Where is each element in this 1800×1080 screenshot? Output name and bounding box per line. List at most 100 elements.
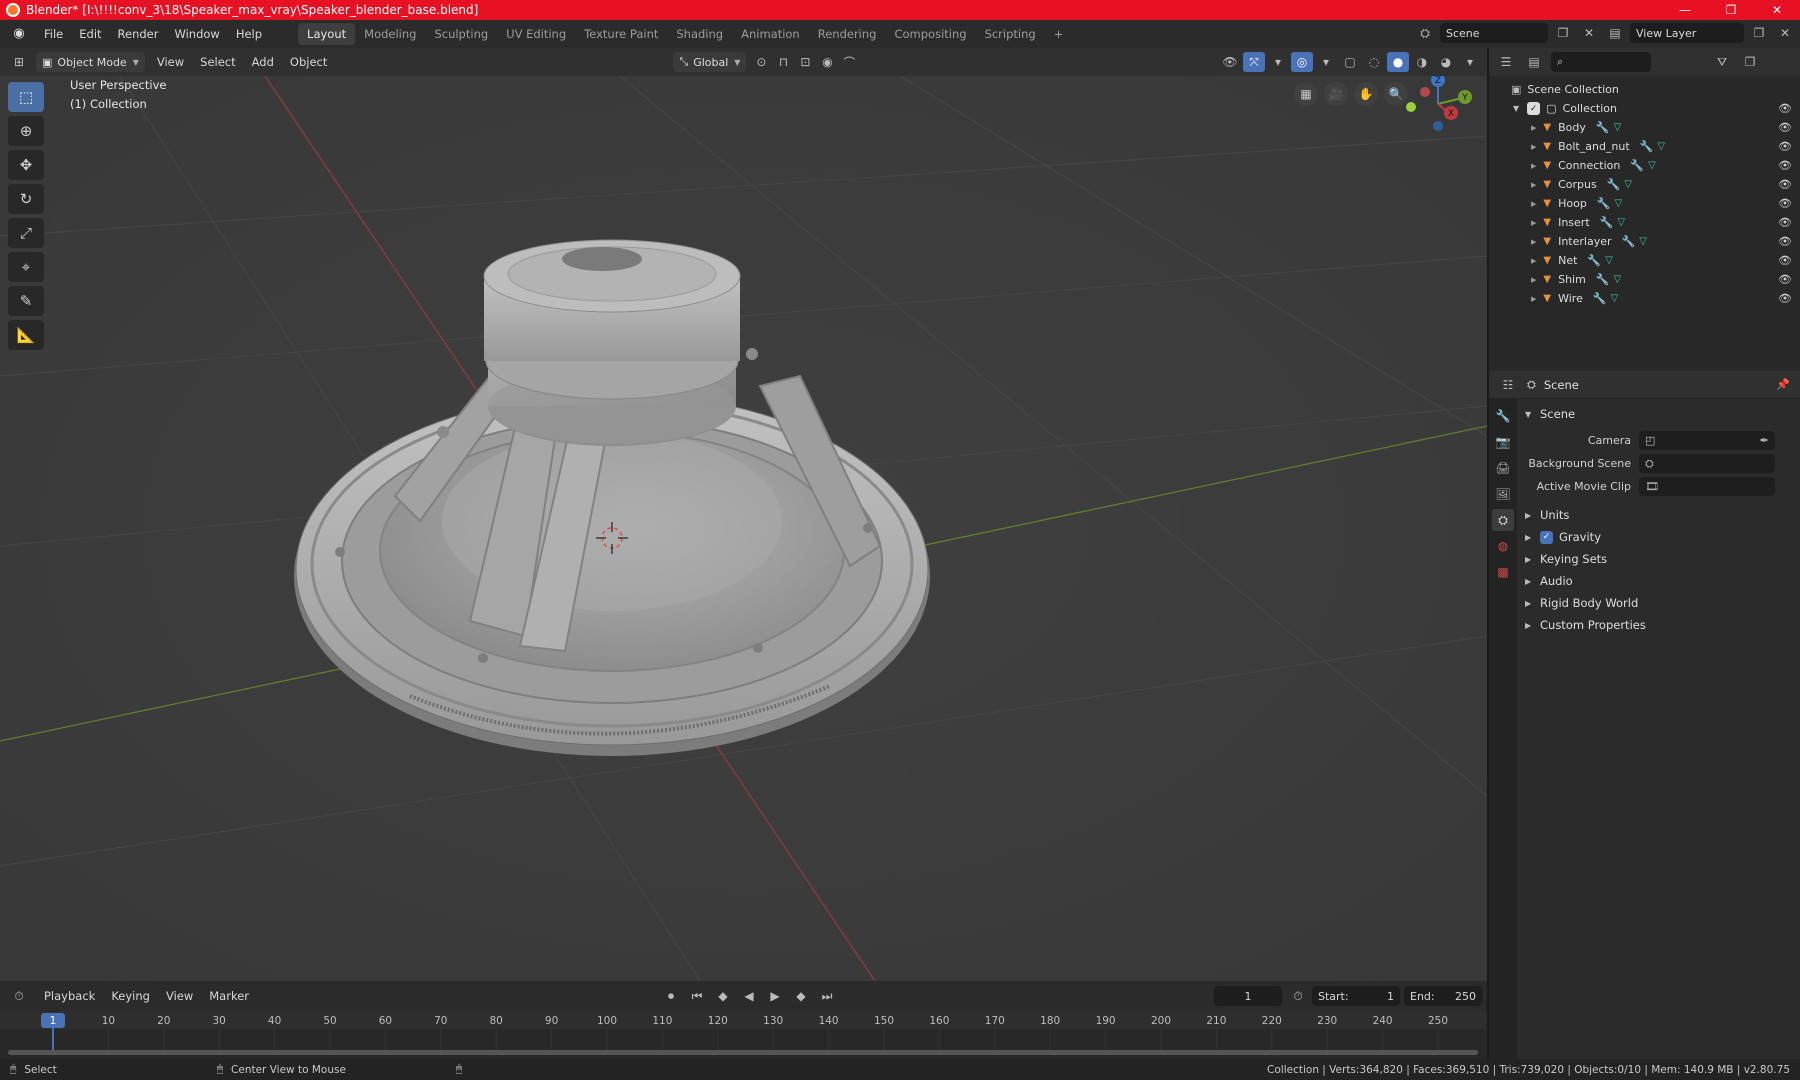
modifier-wrench-icon[interactable]: 🔧 xyxy=(1597,197,1611,210)
view-layer-icon[interactable]: ▤ xyxy=(1604,23,1626,43)
modifier-wrench-icon[interactable]: 🔧 xyxy=(1607,178,1621,191)
output-tab-icon[interactable]: 🖨 xyxy=(1492,457,1514,479)
collection-row[interactable]: ▼ ✓ ▢ Collection 👁 xyxy=(1489,99,1800,118)
tab-uv-editing[interactable]: UV Editing xyxy=(497,23,575,45)
outliner-object-row[interactable]: ▶ ▼ Bolt_and_nut 🔧 ▽ 👁 xyxy=(1489,137,1800,156)
outliner-object-row[interactable]: ▶ ▼ Interlayer 🔧 ▽ 👁 xyxy=(1489,232,1800,251)
play-reverse-icon[interactable]: ◀ xyxy=(738,986,760,1006)
snap-target-icon[interactable]: ⊡ xyxy=(794,52,816,72)
timeline-editor-icon[interactable]: ⏱ xyxy=(8,986,30,1006)
eye-icon[interactable]: 👁 xyxy=(1778,235,1792,248)
world-tab-icon[interactable]: ◍ xyxy=(1492,535,1514,557)
outliner-search-input[interactable]: ⌕ xyxy=(1551,52,1651,72)
mesh-data-icon[interactable]: ▽ xyxy=(1614,274,1622,285)
rendered-shading-icon[interactable]: ◕ xyxy=(1435,52,1457,72)
expand-arrow-icon[interactable]: ▶ xyxy=(1531,143,1536,151)
tab-animation[interactable]: Animation xyxy=(732,23,809,45)
eye-icon[interactable]: 👁 xyxy=(1778,140,1792,153)
filter-icon[interactable]: ⛛ xyxy=(1711,52,1733,72)
record-icon[interactable]: ⏺ xyxy=(660,986,682,1006)
tab-modeling[interactable]: Modeling xyxy=(355,23,425,45)
timeline-ruler[interactable]: 1 10 20 30 40 50 60 70 80 90 100 110 120 130 140 150 160… xyxy=(0,1011,1487,1059)
cursor-icon[interactable]: ⊕ xyxy=(8,116,44,146)
outliner-object-row[interactable]: ▶ ▼ Shim 🔧 ▽ 👁 xyxy=(1489,270,1800,289)
gravity-checkbox[interactable]: ✓ xyxy=(1540,530,1553,544)
expand-arrow-icon[interactable]: ▶ xyxy=(1531,200,1536,208)
camera-field[interactable]: ◰ ✒ xyxy=(1639,431,1775,450)
properties-editor-icon[interactable]: ☷ xyxy=(1497,375,1519,395)
menu-file[interactable]: File xyxy=(36,23,71,45)
tab-layout[interactable]: Layout xyxy=(298,23,356,45)
texture-tab-icon[interactable]: ▩ xyxy=(1492,561,1514,583)
jump-start-icon[interactable]: ⏮ xyxy=(686,986,708,1006)
mesh-data-icon[interactable]: ▽ xyxy=(1614,122,1622,133)
outliner-object-row[interactable]: ▶ ▼ Wire 🔧 ▽ 👁 xyxy=(1489,289,1800,308)
menu-add[interactable]: Add xyxy=(244,51,282,73)
render-tab-icon[interactable]: 📷 xyxy=(1492,431,1514,453)
menu-keying[interactable]: Keying xyxy=(103,985,158,1007)
menu-marker[interactable]: Marker xyxy=(201,985,257,1007)
eye-icon[interactable]: 👁 xyxy=(1778,273,1792,286)
outliner-editor-icon[interactable]: ☰ xyxy=(1495,52,1517,72)
menu-view[interactable]: View xyxy=(149,51,192,73)
menu-edit[interactable]: Edit xyxy=(71,23,109,45)
scene-panel-header[interactable]: ▼ Scene xyxy=(1517,403,1800,425)
eye-icon[interactable]: 👁 xyxy=(1778,254,1792,267)
tool-tab-icon[interactable]: 🔧 xyxy=(1492,405,1514,427)
select-box-icon[interactable]: ⬚ xyxy=(8,82,44,112)
remove-view-layer-icon[interactable]: ✕ xyxy=(1774,23,1796,43)
menu-object[interactable]: Object xyxy=(282,51,335,73)
next-keyframe-icon[interactable]: ◆ xyxy=(790,986,812,1006)
expand-arrow-icon[interactable]: ▶ xyxy=(1531,295,1536,303)
snap-icon[interactable]: ⊓ xyxy=(772,52,794,72)
overlays-dropdown-icon[interactable]: ▾ xyxy=(1315,52,1337,72)
mode-dropdown[interactable]: ▣ Object Mode ▼ xyxy=(36,52,145,72)
shading-dropdown-icon[interactable]: ▾ xyxy=(1459,52,1481,72)
jump-end-icon[interactable]: ⏭ xyxy=(816,986,838,1006)
modifier-wrench-icon[interactable]: 🔧 xyxy=(1596,121,1610,134)
mesh-data-icon[interactable]: ▽ xyxy=(1611,293,1619,304)
menu-timeline-view[interactable]: View xyxy=(158,985,201,1007)
gizmo-toggle-icon[interactable]: ⤧ xyxy=(1243,52,1265,72)
falloff-icon[interactable]: ⌒ xyxy=(838,52,860,72)
grid-toggle-icon[interactable]: ▦ xyxy=(1294,82,1318,106)
outliner-object-row[interactable]: ▶ ▼ Connection 🔧 ▽ 👁 xyxy=(1489,156,1800,175)
expand-arrow-icon[interactable]: ▼ xyxy=(1513,104,1519,113)
outliner-object-row[interactable]: ▶ ▼ Hoop 🔧 ▽ 👁 xyxy=(1489,194,1800,213)
rigid-body-world-panel-header[interactable]: ▶ Rigid Body World xyxy=(1517,592,1800,614)
audio-panel-header[interactable]: ▶ Audio xyxy=(1517,570,1800,592)
mesh-data-icon[interactable]: ▽ xyxy=(1615,198,1623,209)
scene-field[interactable]: Scene xyxy=(1440,23,1548,43)
eye-icon[interactable]: 👁 xyxy=(1778,159,1792,172)
pin-icon[interactable]: 📌 xyxy=(1776,378,1790,391)
scene-collection-row[interactable]: ▣ Scene Collection xyxy=(1489,80,1800,99)
tab-shading[interactable]: Shading xyxy=(667,23,732,45)
gizmo-neg-z[interactable] xyxy=(1433,121,1443,131)
close-button[interactable]: ✕ xyxy=(1754,0,1800,20)
minimize-button[interactable]: — xyxy=(1662,0,1708,20)
stopwatch-icon[interactable]: ⏱ xyxy=(1287,986,1309,1006)
menu-help[interactable]: Help xyxy=(228,23,270,45)
orientation-dropdown[interactable]: ⤡ Global ▼ xyxy=(673,52,747,72)
transform-icon[interactable]: ⌖ xyxy=(8,252,44,282)
modifier-wrench-icon[interactable]: 🔧 xyxy=(1593,292,1607,305)
expand-arrow-icon[interactable]: ▶ xyxy=(1531,257,1536,265)
collection-checkbox[interactable]: ✓ xyxy=(1527,102,1541,115)
pan-hand-icon[interactable]: ✋ xyxy=(1354,82,1378,106)
menu-render[interactable]: Render xyxy=(110,23,167,45)
modifier-wrench-icon[interactable]: 🔧 xyxy=(1596,273,1610,286)
expand-arrow-icon[interactable]: ▶ xyxy=(1531,181,1536,189)
outliner-object-row[interactable]: ▶ ▼ Insert 🔧 ▽ 👁 xyxy=(1489,213,1800,232)
blender-logo-icon[interactable]: ◉ xyxy=(8,26,30,42)
maximize-button[interactable]: ❐ xyxy=(1708,0,1754,20)
gizmo-dropdown-icon[interactable]: ▾ xyxy=(1267,52,1289,72)
tab-scripting[interactable]: Scripting xyxy=(976,23,1045,45)
display-mode-icon[interactable]: ▤ xyxy=(1523,52,1545,72)
modifier-wrench-icon[interactable]: 🔧 xyxy=(1587,254,1601,267)
scene-icon[interactable]: ⛭ xyxy=(1414,23,1436,43)
expand-arrow-icon[interactable]: ▶ xyxy=(1531,276,1536,284)
xray-icon[interactable]: ▢ xyxy=(1339,52,1361,72)
expand-arrow-icon[interactable]: ▶ xyxy=(1531,238,1536,246)
tab-texture-paint[interactable]: Texture Paint xyxy=(575,23,667,45)
rotate-icon[interactable]: ↻ xyxy=(8,184,44,214)
